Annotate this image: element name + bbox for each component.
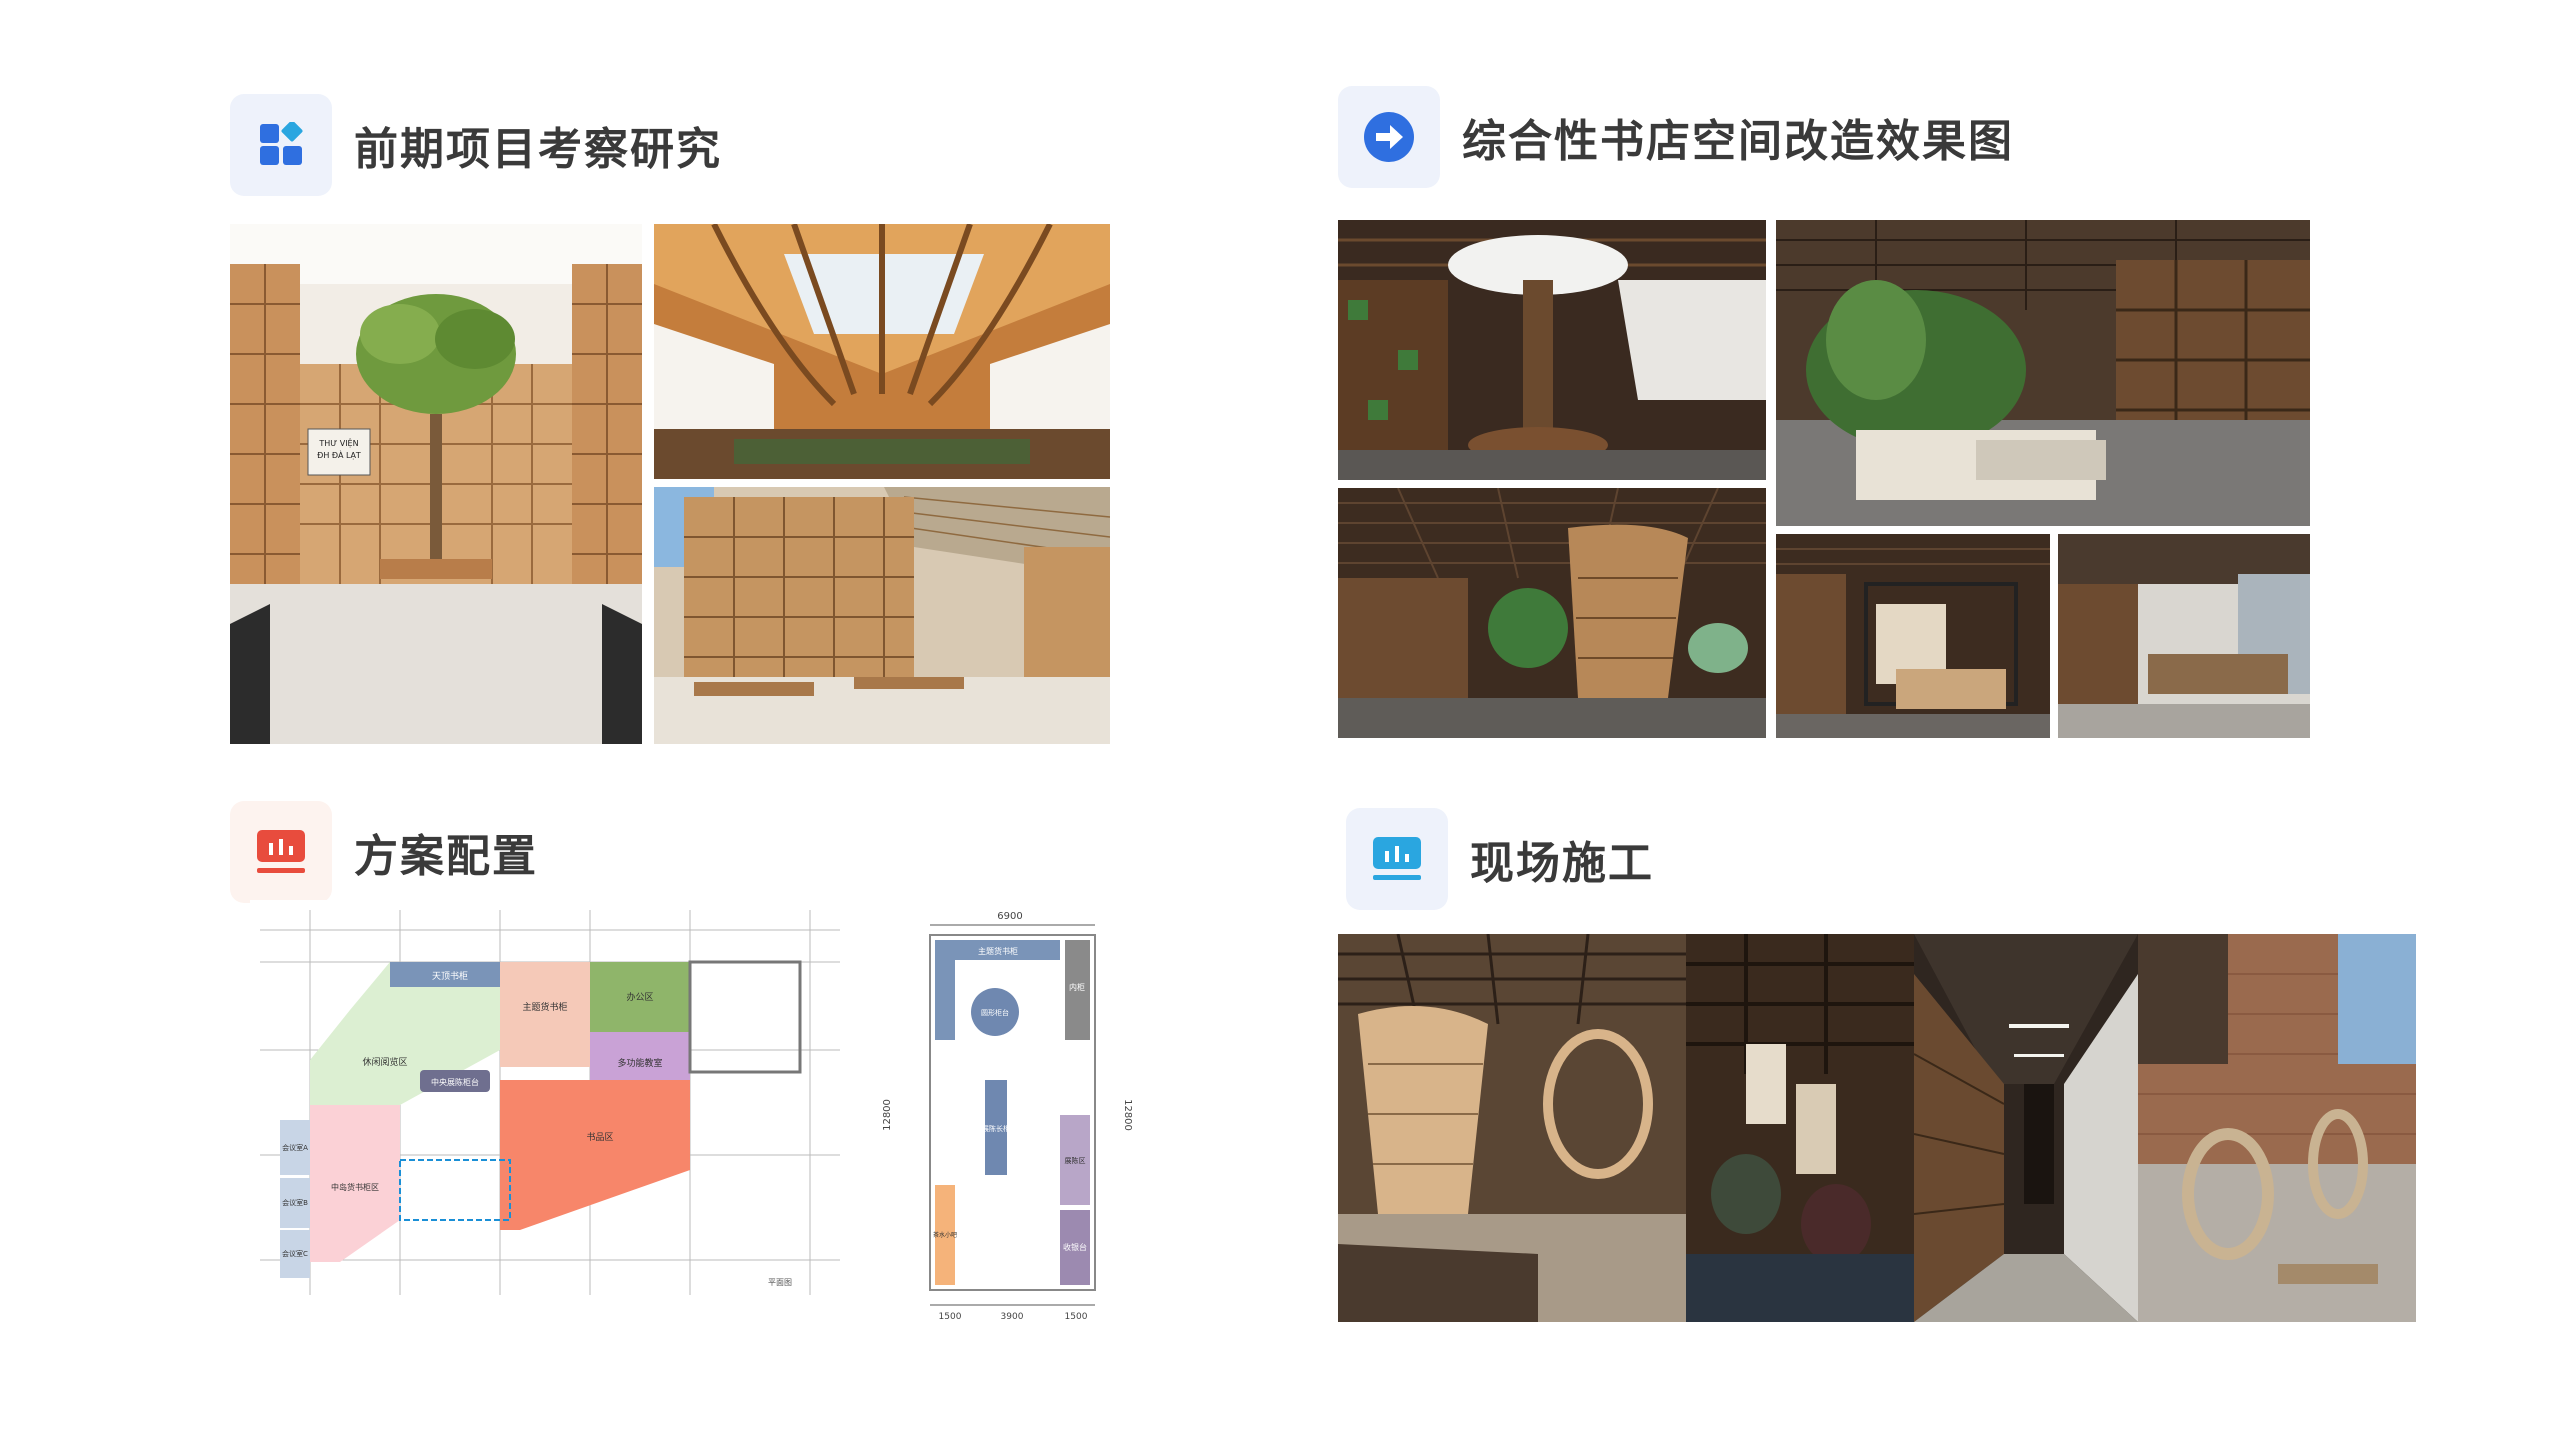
rendering-shelf-tower xyxy=(1338,488,1766,738)
section-title-renderings: 综合性书店空间改造效果图 xyxy=(1462,116,2014,167)
research-photo-tree-library: THƯ VIỆN ĐH ĐÀ LẠT xyxy=(230,224,642,744)
zone-label-long-table: 展陈长柜 xyxy=(982,1124,1010,1133)
sign-text-line2: ĐH ĐÀ LẠT xyxy=(317,449,361,461)
zone-label-side-area: 展陈区 xyxy=(1065,1156,1086,1165)
construction-photo-corridor xyxy=(1914,934,2138,1322)
section-title-config: 方案配置 xyxy=(354,831,538,882)
grid-apps-icon xyxy=(230,94,332,196)
rendering-display-case xyxy=(1776,534,2050,738)
zone-label-cashier: 收银台 xyxy=(1063,1242,1087,1252)
floor-plan-right: 6900 12800 12800 主题货书柜 圆形柜台 内柜 展陈长柜 展陈区 … xyxy=(880,905,1140,1325)
construction-photo-workers-ceiling xyxy=(1686,934,1914,1322)
research-photo-tall-shelves xyxy=(654,487,1110,744)
zone-label-top-shelf: 主题货书柜 xyxy=(978,946,1018,956)
section-header-construction: 现场施工 xyxy=(1346,808,1654,910)
zone-label-meeting-c: 会议室C xyxy=(282,1249,308,1258)
section-title-research: 前期项目考察研究 xyxy=(354,124,722,175)
section-header-config: 方案配置 xyxy=(230,801,538,903)
sign-text-line1: THƯ VIỆN xyxy=(318,437,358,449)
section-header-research: 前期项目考察研究 xyxy=(230,94,722,196)
dim-bottom-right: 1500 xyxy=(1065,1312,1088,1322)
zone-label-inner: 内柜 xyxy=(1069,982,1085,992)
dim-right: 12800 xyxy=(1122,1099,1133,1131)
construction-photo-brick-room xyxy=(2138,934,2416,1322)
zone-label-leisure: 休闲阅览区 xyxy=(362,1056,407,1068)
zone-label-center-table: 中央展陈柜台 xyxy=(431,1077,479,1087)
zone-label-main-shelf: 主题货书柜 xyxy=(522,1001,567,1013)
rendering-plants-lounge xyxy=(1776,220,2310,526)
zone-label-round-table: 圆形柜台 xyxy=(981,1008,1009,1017)
bar-chart-monitor-icon xyxy=(1346,808,1448,910)
construction-photo-shelf-tower xyxy=(1338,934,1686,1322)
zone-label-meeting-b: 会议室B xyxy=(282,1198,308,1207)
dim-bottom-mid: 3900 xyxy=(1001,1312,1024,1322)
dim-top: 6900 xyxy=(997,911,1022,922)
dim-bottom-left: 1500 xyxy=(939,1312,962,1322)
plan-legend: 平面图 xyxy=(768,1278,792,1287)
bar-chart-screen-icon xyxy=(230,801,332,903)
zone-label-office: 办公区 xyxy=(626,991,653,1003)
floor-plan-left: 天顶书柜 办公区 休闲阅览区 主题货书柜 多功能教室 中央展陈柜台 书品区 会议… xyxy=(250,900,850,1320)
zone-label-meeting-a: 会议室A xyxy=(282,1143,308,1152)
zone-label-tiangqing: 天顶书柜 xyxy=(432,970,468,982)
section-title-construction: 现场施工 xyxy=(1470,838,1654,889)
zone-label-multi: 多功能教室 xyxy=(617,1057,662,1069)
dim-left: 12800 xyxy=(882,1099,893,1131)
research-photo-timber-roof xyxy=(654,224,1110,479)
rendering-window-shelves xyxy=(2058,534,2310,738)
zone-label-left-strip: 茶水小吧 xyxy=(933,1231,957,1239)
arrow-right-circle-icon xyxy=(1338,86,1440,188)
zone-label-central-shelf: 中岛货书柜区 xyxy=(331,1182,379,1192)
rendering-tree-pillar xyxy=(1338,220,1766,480)
zone-label-shop: 书品区 xyxy=(586,1132,613,1143)
section-header-renderings: 综合性书店空间改造效果图 xyxy=(1338,86,2014,188)
